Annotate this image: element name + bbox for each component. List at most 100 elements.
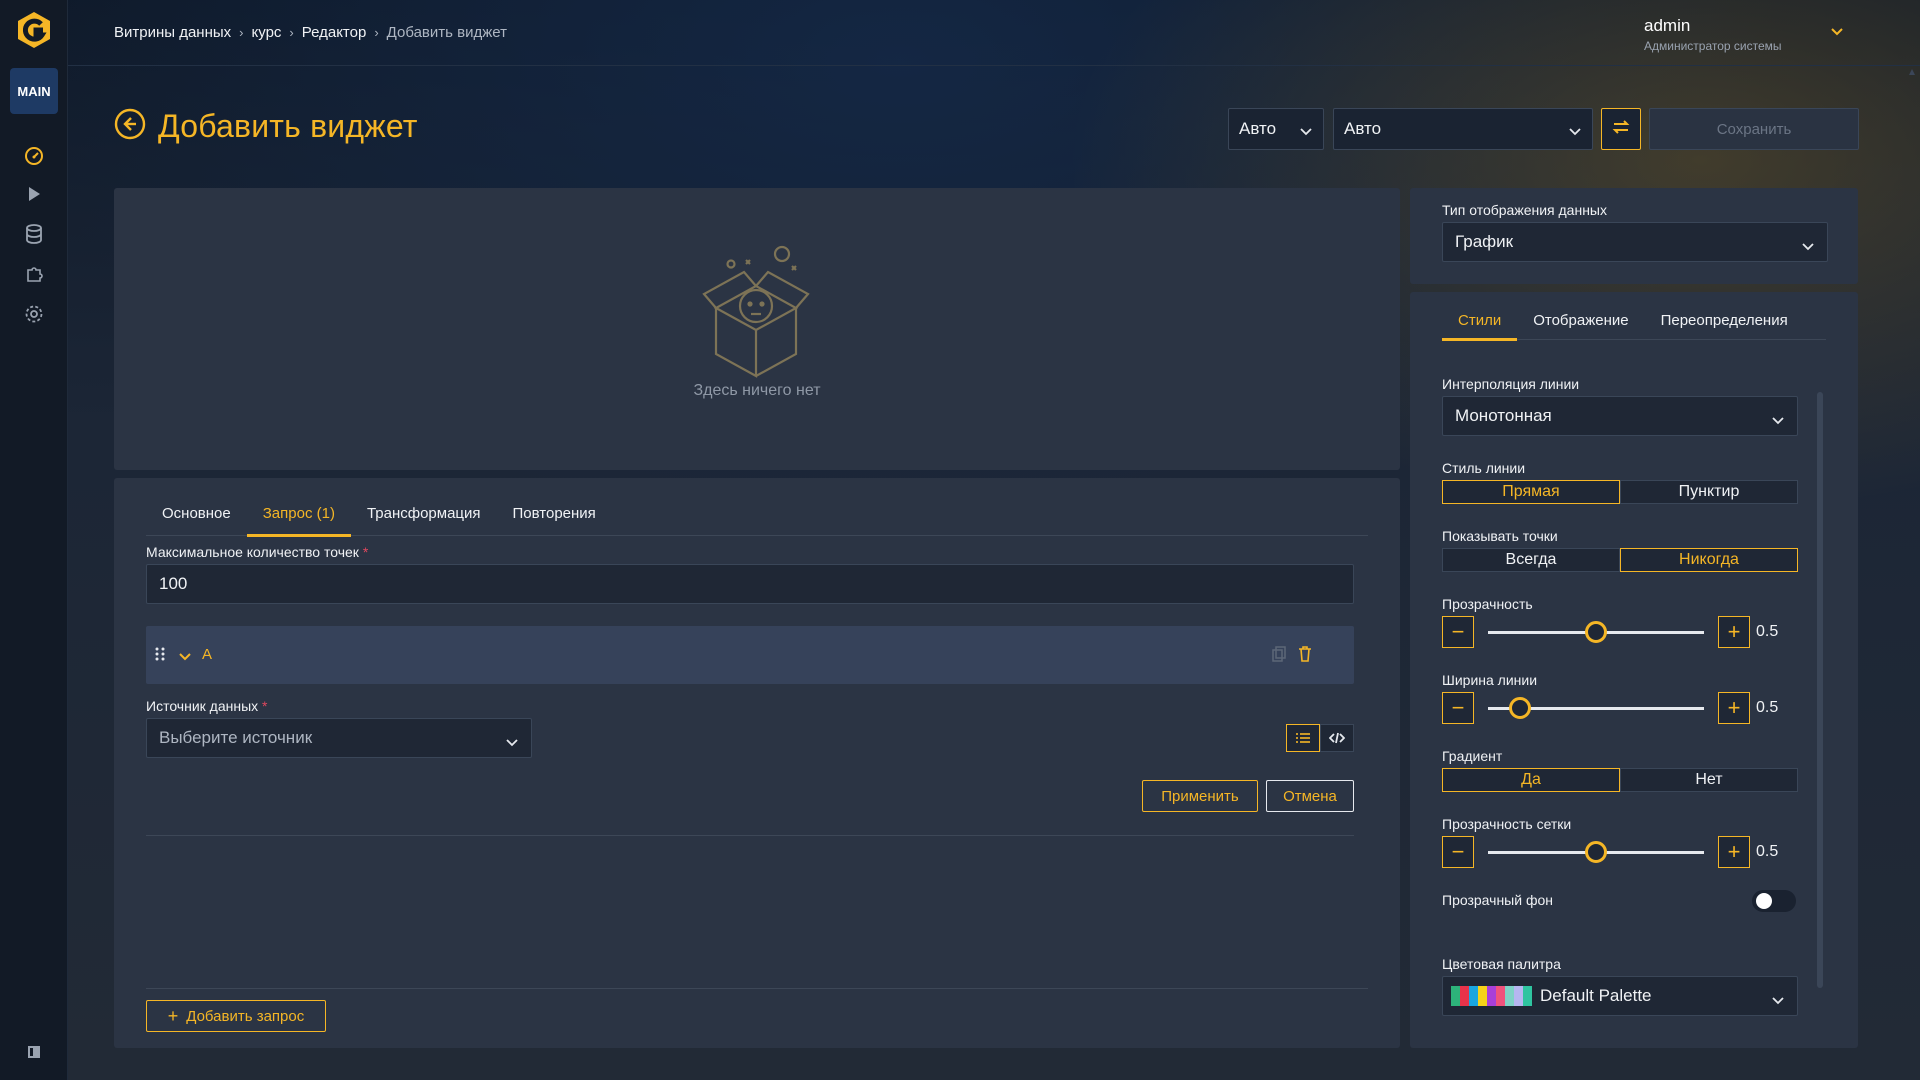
page-scrollbar[interactable] xyxy=(1908,66,1916,1076)
tab-query[interactable]: Запрос (1) xyxy=(246,490,352,537)
palette-swatch xyxy=(1514,986,1523,1006)
chevron-down-icon xyxy=(1568,122,1582,142)
refresh-interval-select[interactable]: Авто xyxy=(1333,108,1593,150)
topbar: Витрины данных › курс › Редактор › Добав… xyxy=(68,0,1920,66)
grid-opacity-knob[interactable] xyxy=(1585,841,1607,863)
line-style-label: Стиль линии xyxy=(1442,460,1526,476)
code-icon xyxy=(1329,732,1345,744)
chevron-right-icon: › xyxy=(289,25,294,40)
opacity-label: Прозрачность xyxy=(1442,596,1533,612)
line-style-toggle: Прямая Пунктир xyxy=(1442,480,1798,504)
max-points-input[interactable]: 100 xyxy=(146,564,1354,604)
palette-swatch xyxy=(1451,986,1460,1006)
interp-select[interactable]: Монотонная xyxy=(1442,396,1798,436)
line-style-dashed[interactable]: Пунктир xyxy=(1620,480,1798,504)
swap-button[interactable] xyxy=(1601,108,1641,150)
transparent-bg-label: Прозрачный фон xyxy=(1442,892,1553,908)
line-width-label: Ширина линии xyxy=(1442,672,1538,688)
list-icon xyxy=(1296,733,1310,743)
line-width-decrease-button[interactable]: − xyxy=(1442,692,1474,724)
tab-repeats[interactable]: Повторения xyxy=(497,490,612,536)
save-button[interactable]: Сохранить xyxy=(1649,108,1859,150)
display-type-value: График xyxy=(1455,232,1514,251)
style-settings-panel: Стили Отображение Переопределения Интерп… xyxy=(1410,292,1858,1048)
list-mode-button[interactable] xyxy=(1286,724,1320,752)
display-type-select[interactable]: График xyxy=(1442,222,1828,262)
grid-opacity-increase-button[interactable]: + xyxy=(1718,836,1750,868)
line-width-increase-button[interactable]: + xyxy=(1718,692,1750,724)
settings-tabs: Стили Отображение Переопределения xyxy=(1442,292,1826,341)
query-row: A xyxy=(146,626,1354,684)
opacity-increase-button[interactable]: + xyxy=(1718,616,1750,648)
settings-icon[interactable] xyxy=(22,302,46,326)
line-width-knob[interactable] xyxy=(1509,697,1532,719)
query-name[interactable]: A xyxy=(202,646,212,663)
breadcrumb-item[interactable]: Редактор xyxy=(302,24,367,41)
tab-styles[interactable]: Стили xyxy=(1442,300,1518,341)
show-points-toggle: Всегда Никогда xyxy=(1442,548,1798,572)
gradient-yes[interactable]: Да xyxy=(1442,768,1620,792)
chevron-down-icon xyxy=(1771,991,1785,1011)
tab-transformation[interactable]: Трансформация xyxy=(351,490,497,536)
breadcrumb-item[interactable]: Витрины данных xyxy=(114,24,231,41)
empty-state-text: Здесь ничего нет xyxy=(693,382,821,399)
opacity-value: 0.5 xyxy=(1756,623,1779,640)
source-select[interactable]: Выберите источник xyxy=(146,718,532,758)
page-header: Добавить виджет xyxy=(114,108,418,145)
play-icon[interactable] xyxy=(22,182,46,206)
page-title: Добавить виджет xyxy=(158,108,418,144)
transparent-bg-toggle[interactable] xyxy=(1752,890,1796,912)
line-style-solid[interactable]: Прямая xyxy=(1442,480,1620,504)
database-icon[interactable] xyxy=(22,222,46,246)
palette-swatch xyxy=(1487,986,1496,1006)
tab-display[interactable]: Отображение xyxy=(1517,300,1644,340)
opacity-decrease-button[interactable]: − xyxy=(1442,616,1474,648)
breadcrumb-item[interactable]: курс xyxy=(252,24,282,41)
tab-basic[interactable]: Основное xyxy=(146,490,247,536)
palette-label: Цветовая палитра xyxy=(1442,956,1561,972)
time-range-select[interactable]: Авто xyxy=(1228,108,1324,150)
show-points-always[interactable]: Всегда xyxy=(1442,548,1620,572)
palette-swatch xyxy=(1505,986,1514,1006)
drag-handle-icon[interactable] xyxy=(154,646,166,667)
puzzle-icon[interactable] xyxy=(22,262,46,286)
settings-scrollbar[interactable] xyxy=(1814,378,1826,1018)
chevron-down-icon xyxy=(505,733,519,753)
show-points-never[interactable]: Никогда xyxy=(1620,548,1798,572)
divider xyxy=(146,988,1368,989)
chevron-down-icon xyxy=(1299,122,1313,142)
trash-icon[interactable] xyxy=(1298,646,1312,667)
dashboard-icon[interactable] xyxy=(22,144,46,168)
swap-icon xyxy=(1611,118,1631,141)
show-points-label: Показывать точки xyxy=(1442,528,1558,544)
chevron-down-icon[interactable] xyxy=(178,649,192,667)
back-arrow-icon[interactable] xyxy=(114,108,146,145)
opacity-knob[interactable] xyxy=(1585,621,1607,643)
query-mode-toggle xyxy=(1286,724,1354,752)
chevron-right-icon: › xyxy=(374,25,379,40)
breadcrumb: Витрины данных › курс › Редактор › Добав… xyxy=(114,24,507,41)
cancel-button[interactable]: Отмена xyxy=(1266,780,1354,812)
query-editor-panel: Основное Запрос (1) Трансформация Повтор… xyxy=(114,478,1400,1048)
divider xyxy=(146,835,1354,836)
gradient-no[interactable]: Нет xyxy=(1620,768,1798,792)
source-label-text: Источник данных xyxy=(146,698,259,714)
palette-select[interactable]: Default Palette xyxy=(1442,976,1798,1016)
breadcrumb-current: Добавить виджет xyxy=(386,24,507,41)
chevron-down-icon xyxy=(1771,411,1785,431)
panel-toggle-icon[interactable] xyxy=(22,1040,46,1064)
palette-swatch xyxy=(1478,986,1487,1006)
add-query-label: Добавить запрос xyxy=(186,1007,305,1025)
line-width-slider: − + 0.5 xyxy=(1442,692,1822,724)
grid-opacity-decrease-button[interactable]: − xyxy=(1442,836,1474,868)
apply-button[interactable]: Применить xyxy=(1142,780,1258,812)
tab-overrides[interactable]: Переопределения xyxy=(1645,300,1804,340)
scrollbar-thumb[interactable] xyxy=(1817,392,1823,988)
copy-icon[interactable] xyxy=(1272,646,1286,667)
chevron-right-icon: › xyxy=(239,25,244,40)
user-menu[interactable]: admin Администратор системы xyxy=(1644,16,1844,53)
workspace-badge[interactable]: MAIN xyxy=(10,68,58,114)
add-query-button[interactable]: + Добавить запрос xyxy=(146,1000,326,1032)
logo-icon[interactable] xyxy=(14,10,54,50)
code-mode-button[interactable] xyxy=(1320,724,1354,752)
